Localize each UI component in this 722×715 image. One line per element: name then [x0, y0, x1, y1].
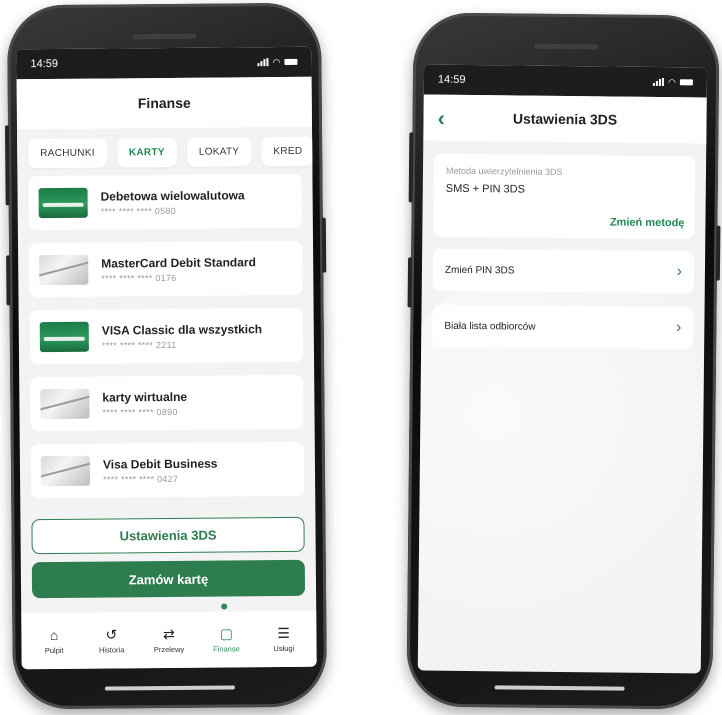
- system-icons: ◠: [257, 56, 298, 67]
- card-list: Debetowa wielowalutowa **** **** **** 05…: [17, 173, 315, 499]
- speaker-notch: [534, 43, 599, 50]
- home-indicator: [104, 685, 235, 691]
- nav-przelewy[interactable]: ⇄ Przelewy: [143, 626, 195, 654]
- side-button: [6, 255, 11, 306]
- card-thumbnail: [39, 254, 89, 286]
- page-title: Finanse: [137, 94, 191, 112]
- system-icons: ◠: [653, 76, 693, 87]
- right-phone-frame: 14:59 ◠ ‹ Ustawienia 3DS Metoda uwierzyt…: [406, 12, 721, 710]
- tab-lokaty[interactable]: LOKATY: [186, 137, 252, 167]
- card-number: **** **** **** 0580: [100, 205, 177, 217]
- app-header: Finanse: [16, 76, 313, 130]
- page-title: Ustawienia 3DS: [512, 110, 618, 128]
- status-time: 14:59: [30, 57, 59, 71]
- change-pin-row[interactable]: Zmień PIN 3DS ›: [432, 248, 695, 294]
- power-button: [321, 217, 327, 273]
- card-name: MasterCard Debit Standard: [101, 254, 256, 271]
- card-item[interactable]: Visa Debit Business **** **** **** 0427: [30, 441, 305, 499]
- tab-kredyty[interactable]: KRED: [261, 136, 315, 167]
- wifi-icon: ◠: [272, 56, 281, 67]
- card-name: karty wirtualne: [102, 389, 188, 405]
- settings-3ds-button[interactable]: Ustawienia 3DS: [31, 516, 305, 555]
- card-thumbnail: [38, 187, 88, 219]
- card-item[interactable]: MasterCard Debit Standard **** **** ****…: [29, 240, 303, 298]
- volume-button: [4, 125, 10, 206]
- order-card-button[interactable]: Zamów kartę: [31, 559, 306, 599]
- nav-uslugi[interactable]: ☰ Usługi: [258, 625, 310, 653]
- method-label: Metoda uwierzytelnienia 3DS: [445, 165, 563, 177]
- nav-finanse[interactable]: ▢ Finanse: [200, 625, 252, 653]
- battery-icon: [679, 79, 693, 86]
- status-time: 14:59: [437, 73, 466, 86]
- card-item[interactable]: karty wirtualne **** **** **** 0890: [30, 374, 304, 432]
- card-thumbnail: [40, 388, 90, 420]
- wifi-icon: ◠: [668, 76, 676, 87]
- change-method-link[interactable]: Zmień metodę: [610, 216, 685, 229]
- card-thumbnail: [39, 321, 89, 353]
- card-item[interactable]: VISA Classic dla wszystkich **** **** **…: [29, 307, 304, 365]
- tabs-bar: RACHUNKI KARTY LOKATY KRED: [17, 126, 315, 177]
- card-number: **** **** **** 2211: [101, 339, 177, 351]
- card-actions: Ustawienia 3DS Zamów kartę: [31, 516, 306, 599]
- database-icon: ☰: [277, 624, 291, 642]
- bottom-navigation: ⌂ Pulpit ↺ Historia ⇄ Przelewy ▢ Finanse…: [21, 610, 317, 670]
- home-indicator: [494, 685, 625, 691]
- wallet-icon: ▢: [219, 625, 233, 642]
- nav-label: Historia: [98, 645, 125, 655]
- card-thumbnail: [40, 455, 91, 487]
- card-number: **** **** **** 0427: [103, 473, 179, 485]
- nav-label: Pulpit: [44, 645, 64, 656]
- right-screen: 14:59 ◠ ‹ Ustawienia 3DS Metoda uwierzyt…: [417, 64, 708, 674]
- card-name: Visa Debit Business: [102, 456, 218, 472]
- auth-method-card: Metoda uwierzytelnienia 3DS SMS + PIN 3D…: [433, 153, 696, 240]
- nav-label: Usługi: [273, 643, 295, 654]
- card-name: VISA Classic dla wszystkich: [101, 321, 263, 338]
- home-icon: ⌂: [49, 626, 59, 644]
- battery-icon: [284, 58, 298, 65]
- active-tab-indicator: [221, 603, 228, 610]
- app-header: ‹ Ustawienia 3DS: [423, 94, 707, 144]
- power-button: [715, 225, 721, 281]
- nav-label: Finanse: [213, 644, 240, 654]
- status-bar: 14:59 ◠: [16, 46, 312, 80]
- transfer-icon: ⇄: [162, 625, 175, 643]
- nav-pulpit[interactable]: ⌂ Pulpit: [28, 627, 80, 655]
- signal-icon: [257, 58, 269, 67]
- left-screen: 14:59 ◠ Finanse RACHUNKI KARTY LOKATY KR…: [16, 46, 317, 670]
- card-number: **** **** **** 0176: [101, 272, 177, 284]
- tab-rachunki[interactable]: RACHUNKI: [28, 138, 107, 169]
- speaker-notch: [132, 33, 197, 40]
- status-bar: 14:59 ◠: [423, 64, 708, 98]
- tab-karty[interactable]: KARTY: [116, 137, 177, 168]
- side-button: [407, 257, 413, 308]
- signal-icon: [653, 78, 665, 87]
- whitelist-row[interactable]: Biała lista odbiorców ›: [432, 304, 694, 350]
- chevron-right-icon: ›: [676, 263, 683, 281]
- history-icon: ↺: [105, 626, 118, 643]
- volume-button: [408, 132, 414, 203]
- row-label: Zmień PIN 3DS: [444, 264, 515, 276]
- method-value: SMS + PIN 3DS: [445, 182, 526, 196]
- card-name: Debetowa wielowalutowa: [100, 187, 245, 204]
- nav-label: Przelewy: [153, 644, 185, 655]
- back-arrow-icon[interactable]: ‹: [437, 106, 445, 131]
- left-phone-frame: 14:59 ◠ Finanse RACHUNKI KARTY LOKATY KR…: [4, 2, 328, 710]
- chevron-right-icon: ›: [675, 319, 682, 337]
- card-number: **** **** **** 0890: [102, 406, 178, 418]
- row-label: Biała lista odbiorców: [444, 320, 536, 333]
- nav-historia[interactable]: ↺ Historia: [85, 626, 137, 654]
- card-item[interactable]: Debetowa wielowalutowa **** **** **** 05…: [28, 173, 302, 231]
